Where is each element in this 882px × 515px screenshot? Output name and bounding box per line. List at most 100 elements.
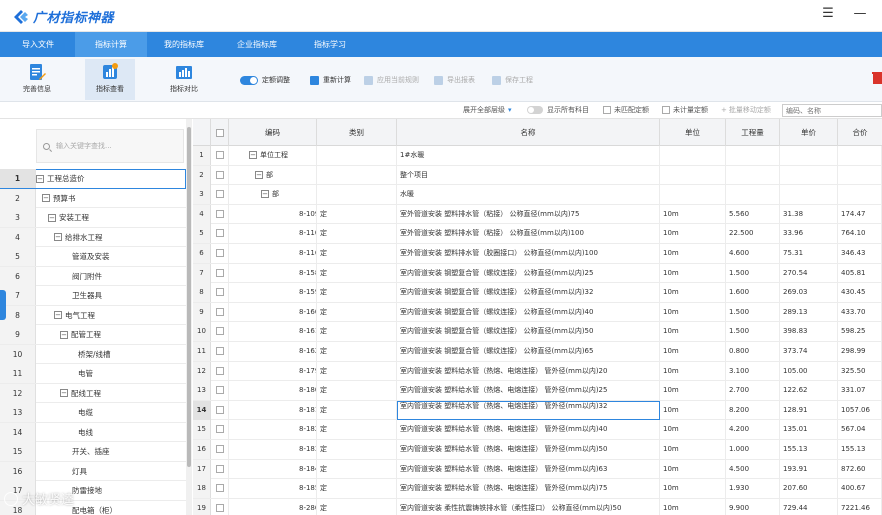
type-cell[interactable]: 定 — [317, 342, 397, 361]
tab-import-file[interactable]: 导入文件 — [2, 32, 74, 57]
code-cell[interactable]: − 部 — [229, 185, 317, 205]
collapse-toggle-icon[interactable]: − — [36, 174, 44, 183]
qty-cell[interactable]: 5.560 — [726, 204, 780, 224]
collapse-toggle-icon[interactable]: − — [60, 389, 68, 397]
row-checkbox[interactable] — [211, 459, 229, 479]
price-cell[interactable]: 193.91 — [780, 459, 838, 479]
code-cell[interactable]: 8-158 — [229, 263, 317, 283]
name-cell[interactable]: 整个项目 — [397, 165, 660, 185]
name-cell[interactable]: 室内管道安装 钢塑复合管（螺纹连接） 公称直径(mm以内)40 — [397, 302, 660, 322]
checkbox[interactable] — [215, 268, 224, 277]
tree-item[interactable]: 3 − 安装工程 — [0, 208, 186, 228]
row-checkbox[interactable] — [211, 440, 229, 459]
row-checkbox[interactable] — [211, 165, 229, 185]
qty-cell[interactable] — [726, 146, 780, 165]
price-cell[interactable]: 105.00 — [780, 361, 838, 381]
checkbox[interactable] — [215, 209, 224, 218]
qty-cell[interactable] — [726, 185, 780, 205]
save-project-button[interactable]: 保存工程 — [492, 74, 533, 86]
row-checkbox[interactable] — [211, 185, 229, 205]
name-cell[interactable]: 室内管道安装 钢塑复合管（螺纹连接） 公称直径(mm以内)32 — [397, 283, 660, 303]
type-cell[interactable]: 定 — [317, 322, 397, 342]
view-index-button[interactable]: 指标查看 — [85, 59, 135, 100]
type-cell[interactable]: 定 — [317, 440, 397, 459]
price-cell[interactable]: 729.44 — [780, 498, 838, 515]
code-cell[interactable]: 8-182 — [229, 420, 317, 440]
price-cell[interactable]: 270.54 — [780, 263, 838, 283]
qty-cell[interactable]: 0.800 — [726, 342, 780, 361]
tree-item[interactable]: 5 管道及安装 — [0, 247, 186, 267]
price-cell[interactable] — [780, 146, 838, 165]
checkbox[interactable] — [215, 327, 224, 336]
name-cell[interactable]: 室内管道安装 钢塑复合管（螺纹连接） 公称直径(mm以内)50 — [397, 322, 660, 342]
type-cell[interactable]: 定 — [317, 283, 397, 303]
type-cell[interactable]: 定 — [317, 479, 397, 499]
tab-enterprise-index-lib[interactable]: 企业指标库 — [221, 32, 293, 57]
qty-cell[interactable]: 4.500 — [726, 459, 780, 479]
table-row[interactable]: 18 8-185定室内管道安装 塑料给水管（热熔、电熔连接） 管外径(mm以内)7… — [193, 479, 882, 499]
checkbox[interactable] — [215, 425, 224, 434]
collapse-toggle-icon[interactable]: − — [42, 194, 50, 202]
total-cell[interactable]: 400.67 — [838, 479, 882, 499]
toggle-switch[interactable] — [527, 106, 543, 114]
collapse-toggle-icon[interactable]: − — [48, 213, 56, 222]
name-cell[interactable]: 室内管道安装 钢塑复合管（螺纹连接） 公称直径(mm以内)65 — [397, 342, 660, 361]
unit-cell[interactable]: 10m — [660, 263, 726, 283]
code-cell[interactable]: 8-159 — [229, 283, 317, 303]
tree-item[interactable]: 16 灯具 — [0, 461, 186, 481]
tab-my-index-lib[interactable]: 我的指标库 — [148, 32, 220, 57]
checkbox[interactable] — [603, 106, 611, 114]
row-checkbox[interactable] — [211, 224, 229, 244]
qty-cell[interactable]: 2.700 — [726, 381, 780, 401]
tab-index-learn[interactable]: 指标学习 — [294, 32, 366, 57]
row-checkbox[interactable] — [211, 479, 229, 499]
header-price[interactable]: 单价 — [780, 119, 838, 146]
total-cell[interactable]: 405.81 — [838, 263, 882, 283]
tree-item[interactable]: 13 电缆 — [0, 403, 186, 423]
price-cell[interactable] — [780, 165, 838, 185]
checkbox[interactable] — [215, 445, 224, 453]
checkbox[interactable] — [215, 249, 224, 257]
checkbox[interactable] — [215, 405, 224, 414]
unit-cell[interactable] — [660, 185, 726, 205]
row-checkbox[interactable] — [211, 244, 229, 263]
header-checkbox[interactable] — [211, 119, 229, 146]
collapse-toggle-icon[interactable]: − — [60, 330, 68, 339]
table-row[interactable]: 11 8-162定室内管道安装 钢塑复合管（螺纹连接） 公称直径(mm以内)651… — [193, 342, 882, 362]
type-cell[interactable] — [317, 185, 397, 205]
tree-item[interactable]: 10 桥架/线槽 — [0, 344, 186, 364]
export-report-button[interactable]: 导出报表 — [434, 74, 475, 86]
unit-cell[interactable]: 10m — [660, 204, 726, 224]
code-cell[interactable]: 8-280 — [229, 498, 317, 515]
name-cell[interactable]: 室内管道安装 塑料给水管（热熔、电熔连接） 管外径(mm以内)40 — [397, 420, 660, 440]
table-row[interactable]: 1 − 单位工程 1#水暖 — [193, 146, 882, 166]
unit-cell[interactable]: 10m — [660, 342, 726, 361]
unit-cell[interactable]: 10m — [660, 498, 726, 515]
checkbox[interactable] — [215, 464, 224, 473]
qty-cell[interactable] — [726, 165, 780, 185]
header-type[interactable]: 类别 — [317, 119, 397, 146]
qty-cell[interactable]: 1.500 — [726, 263, 780, 283]
unit-cell[interactable]: 10m — [660, 400, 726, 420]
unit-cell[interactable]: 10m — [660, 420, 726, 440]
name-cell[interactable]: 室内管道安装 塑料给水管（热熔、电熔连接） 管外径(mm以内)32 — [397, 400, 660, 420]
tree-item[interactable]: 9 − 配管工程 — [0, 325, 186, 345]
delete-icon[interactable] — [872, 71, 882, 85]
qty-cell[interactable]: 9.900 — [726, 498, 780, 515]
checkbox[interactable] — [215, 347, 224, 355]
tree-item[interactable]: 2− 预算书 — [0, 188, 186, 208]
toggle-switch[interactable] — [240, 75, 258, 85]
table-row[interactable]: 3 − 部 水暖 — [193, 185, 882, 205]
unit-cell[interactable]: 10m — [660, 283, 726, 303]
table-row[interactable]: 8 8-159定室内管道安装 钢塑复合管（螺纹连接） 公称直径(mm以内)3210… — [193, 283, 882, 303]
table-row[interactable]: 12 8-179定室内管道安装 塑料给水管（热熔、电熔连接） 管外径(mm以内)2… — [193, 361, 882, 382]
type-cell[interactable]: 定 — [317, 498, 397, 515]
collapse-toggle-icon[interactable]: − — [249, 151, 257, 159]
tree-item[interactable]: 7 卫生器具 — [0, 286, 186, 306]
uncounted-quota-checkbox[interactable]: 未计量定额 — [662, 105, 708, 115]
code-cell[interactable]: 8-184 — [229, 459, 317, 479]
tree-item[interactable]: 12 − 配线工程 — [0, 383, 186, 403]
type-cell[interactable]: 定 — [317, 224, 397, 244]
qty-cell[interactable]: 8.200 — [726, 400, 780, 420]
price-cell[interactable]: 269.03 — [780, 283, 838, 303]
